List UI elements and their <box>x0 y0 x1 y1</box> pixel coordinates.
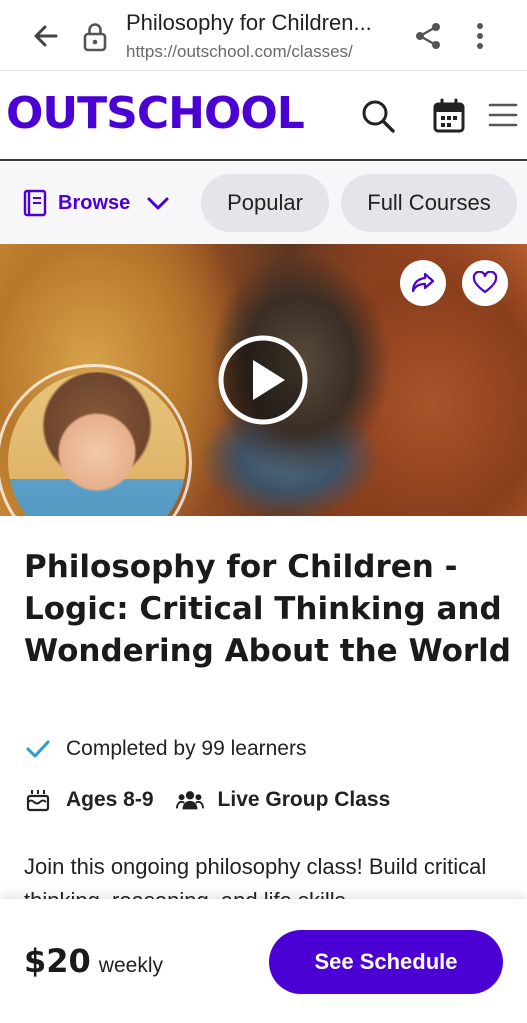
kebab-menu-icon[interactable] <box>466 20 494 52</box>
checkmark-icon <box>24 735 52 763</box>
favorite-button[interactable] <box>462 260 508 306</box>
price: $20 weekly <box>24 942 163 980</box>
group-icon <box>175 786 204 814</box>
completed-text: Completed by 99 learners <box>66 737 307 760</box>
class-description: Join this ongoing philosophy class! Buil… <box>24 854 487 902</box>
back-arrow-icon[interactable] <box>30 20 62 52</box>
hamburger-menu-icon[interactable] <box>488 100 518 130</box>
heart-icon <box>472 271 498 294</box>
class-title: Philosophy for Children - Logic: Critica… <box>24 549 511 669</box>
browse-label: Browse <box>58 191 131 214</box>
share-arrow-icon <box>411 272 435 293</box>
book-icon <box>23 189 47 217</box>
price-period: weekly <box>98 954 163 977</box>
search-icon[interactable] <box>360 98 396 134</box>
outschool-logo[interactable]: OUTSCHOOL <box>6 88 305 139</box>
browser-toolbar: Philosophy for Children... https://outsc… <box>0 0 527 71</box>
share-icon[interactable] <box>412 20 444 52</box>
calendar-icon[interactable] <box>432 98 466 134</box>
pill-full-courses[interactable]: Full Courses <box>341 174 517 232</box>
browser-tab-title[interactable]: Philosophy for Children... <box>126 10 391 36</box>
see-schedule-button[interactable]: See Schedule <box>269 930 503 994</box>
class-meta: Ages 8-9 Live Group Class <box>24 783 390 817</box>
play-icon[interactable] <box>217 334 309 426</box>
chevron-down-icon <box>147 197 169 210</box>
lock-icon[interactable] <box>82 22 108 52</box>
share-class-button[interactable] <box>400 260 446 306</box>
completed-stat: Completed by 99 learners <box>24 732 306 766</box>
price-amount: $20 <box>24 942 91 980</box>
birthday-cake-icon <box>24 786 52 814</box>
ages-text: Ages 8-9 <box>66 788 154 811</box>
class-format-text: Live Group Class <box>217 788 391 811</box>
browser-url[interactable]: https://outschool.com/classes/ <box>126 42 353 62</box>
browse-dropdown[interactable]: Browse <box>22 186 170 220</box>
pill-popular[interactable]: Popular <box>201 174 329 232</box>
